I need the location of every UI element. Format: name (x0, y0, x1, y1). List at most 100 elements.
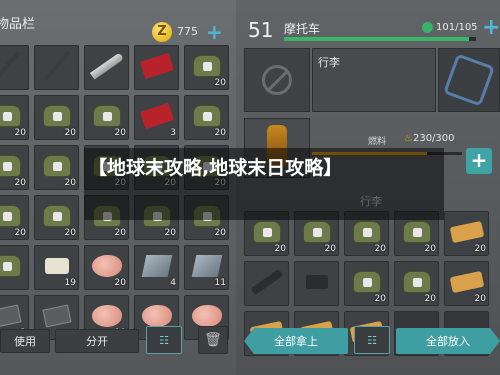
red-fabric-icon (139, 102, 174, 129)
metal-bars-icon (0, 304, 22, 328)
item-slot[interactable]: 20 (34, 145, 79, 190)
durability-value: 101/105 (436, 22, 478, 33)
item-slot[interactable]: 20 (0, 195, 29, 240)
fuel-label: 燃料 (368, 137, 387, 147)
item-count: 20 (64, 178, 76, 188)
item-count: 3 (170, 128, 176, 138)
item-slot[interactable]: 20 (394, 261, 439, 306)
use-button[interactable]: 使用 (0, 329, 50, 353)
raw-chicken-icon (191, 304, 222, 327)
coin-icon: Z (152, 22, 172, 42)
military-bag-icon (192, 104, 221, 127)
add-fuel-button[interactable]: + (466, 148, 492, 174)
split-button[interactable]: 分开 (55, 329, 139, 353)
item-count: 20 (424, 294, 436, 304)
item-slot[interactable]: 20 (184, 95, 229, 140)
military-bag-icon (402, 270, 431, 293)
motorcycle-icon (443, 53, 495, 107)
caption-text: 【地球末攻略,地球末日攻略】 (88, 157, 343, 179)
coin-count: 775 (177, 25, 198, 38)
item-slot[interactable]: 20 (444, 211, 489, 256)
item-count: 20 (114, 228, 126, 238)
item-count: 20 (474, 294, 486, 304)
military-bag-icon (352, 270, 381, 293)
vehicle-part-slot[interactable] (244, 48, 310, 112)
military-bag-icon (252, 220, 281, 243)
put-all-button[interactable]: 全部放入 (396, 328, 500, 354)
military-bag-icon (402, 220, 431, 243)
no-entry-icon (262, 65, 292, 95)
item-slot[interactable]: 20 (184, 45, 229, 90)
item-slot[interactable]: 20 (84, 95, 129, 140)
item-count: 20 (214, 128, 226, 138)
item-slot[interactable]: 19 (34, 245, 79, 290)
item-count: 20 (14, 228, 26, 238)
item-slot[interactable]: 20 (34, 95, 79, 140)
add-coins-button[interactable]: + (206, 20, 223, 44)
item-count: 20 (64, 228, 76, 238)
military-bag-icon (0, 254, 21, 277)
sort-vehicle-button[interactable]: ☷ (354, 326, 390, 354)
item-slot[interactable] (0, 245, 29, 290)
medkit-icon (44, 257, 69, 274)
military-bag-icon (0, 154, 21, 177)
sort-inventory-button[interactable]: ☷ (146, 326, 182, 354)
item-slot[interactable]: 20 (344, 261, 389, 306)
item-count: 20 (374, 294, 386, 304)
military-bag-icon (42, 204, 71, 227)
item-slot[interactable]: 4 (134, 245, 179, 290)
vehicle-add-button[interactable]: + (482, 15, 500, 40)
item-slot[interactable] (134, 45, 179, 90)
raw-chicken-icon (91, 304, 122, 327)
glass-icon (141, 254, 172, 277)
durability-icon (422, 22, 433, 33)
item-slot[interactable] (0, 45, 29, 90)
item-slot[interactable]: 20 (0, 95, 29, 140)
durability-bar-fill (284, 37, 469, 41)
item-slot[interactable] (244, 261, 289, 306)
trash-button[interactable]: 🗑 (198, 326, 228, 354)
metal-bars-icon (41, 304, 72, 328)
raw-chicken-icon (141, 304, 172, 327)
military-bag-icon (92, 104, 121, 127)
machete-icon (89, 52, 124, 80)
item-count: 20 (324, 244, 336, 254)
ticket-icon (449, 220, 484, 243)
item-count: 20 (64, 128, 76, 138)
item-count: 20 (274, 244, 286, 254)
durability-bar (284, 37, 476, 41)
item-count: 20 (374, 244, 386, 254)
crowbar-icon (0, 50, 20, 81)
item-count: 20 (164, 228, 176, 238)
inventory-title: 物品栏 (0, 16, 36, 32)
military-bag-icon (42, 104, 71, 127)
item-slot[interactable] (294, 261, 339, 306)
military-bag-icon (302, 220, 331, 243)
item-count: 11 (214, 278, 226, 288)
item-slot[interactable]: 20 (0, 145, 29, 190)
item-slot[interactable]: 20 (444, 261, 489, 306)
fire-icon: ♨ (404, 133, 413, 144)
military-bag-icon (0, 204, 21, 227)
item-slot[interactable]: 11 (184, 245, 229, 290)
item-slot[interactable] (84, 45, 129, 90)
item-slot[interactable]: 20 (34, 195, 79, 240)
item-count: 20 (14, 178, 26, 188)
item-count: 19 (64, 278, 76, 288)
pistol-icon (305, 274, 328, 289)
item-count: 20 (214, 228, 226, 238)
rod-icon (43, 50, 70, 81)
item-slot[interactable]: 20 (84, 245, 129, 290)
motorcycle-image (438, 48, 500, 112)
military-bag-icon (42, 154, 71, 177)
item-slot[interactable]: 3 (134, 95, 179, 140)
fuel-value: ♨230/300 (404, 133, 455, 144)
item-count: 20 (214, 78, 226, 88)
military-bag-icon (352, 220, 381, 243)
item-count: 20 (114, 128, 126, 138)
item-count: 20 (14, 128, 26, 138)
item-count: 20 (474, 244, 486, 254)
glass-icon (191, 254, 222, 277)
item-slot[interactable] (34, 45, 79, 90)
take-all-button[interactable]: 全部拿上 (244, 328, 348, 354)
